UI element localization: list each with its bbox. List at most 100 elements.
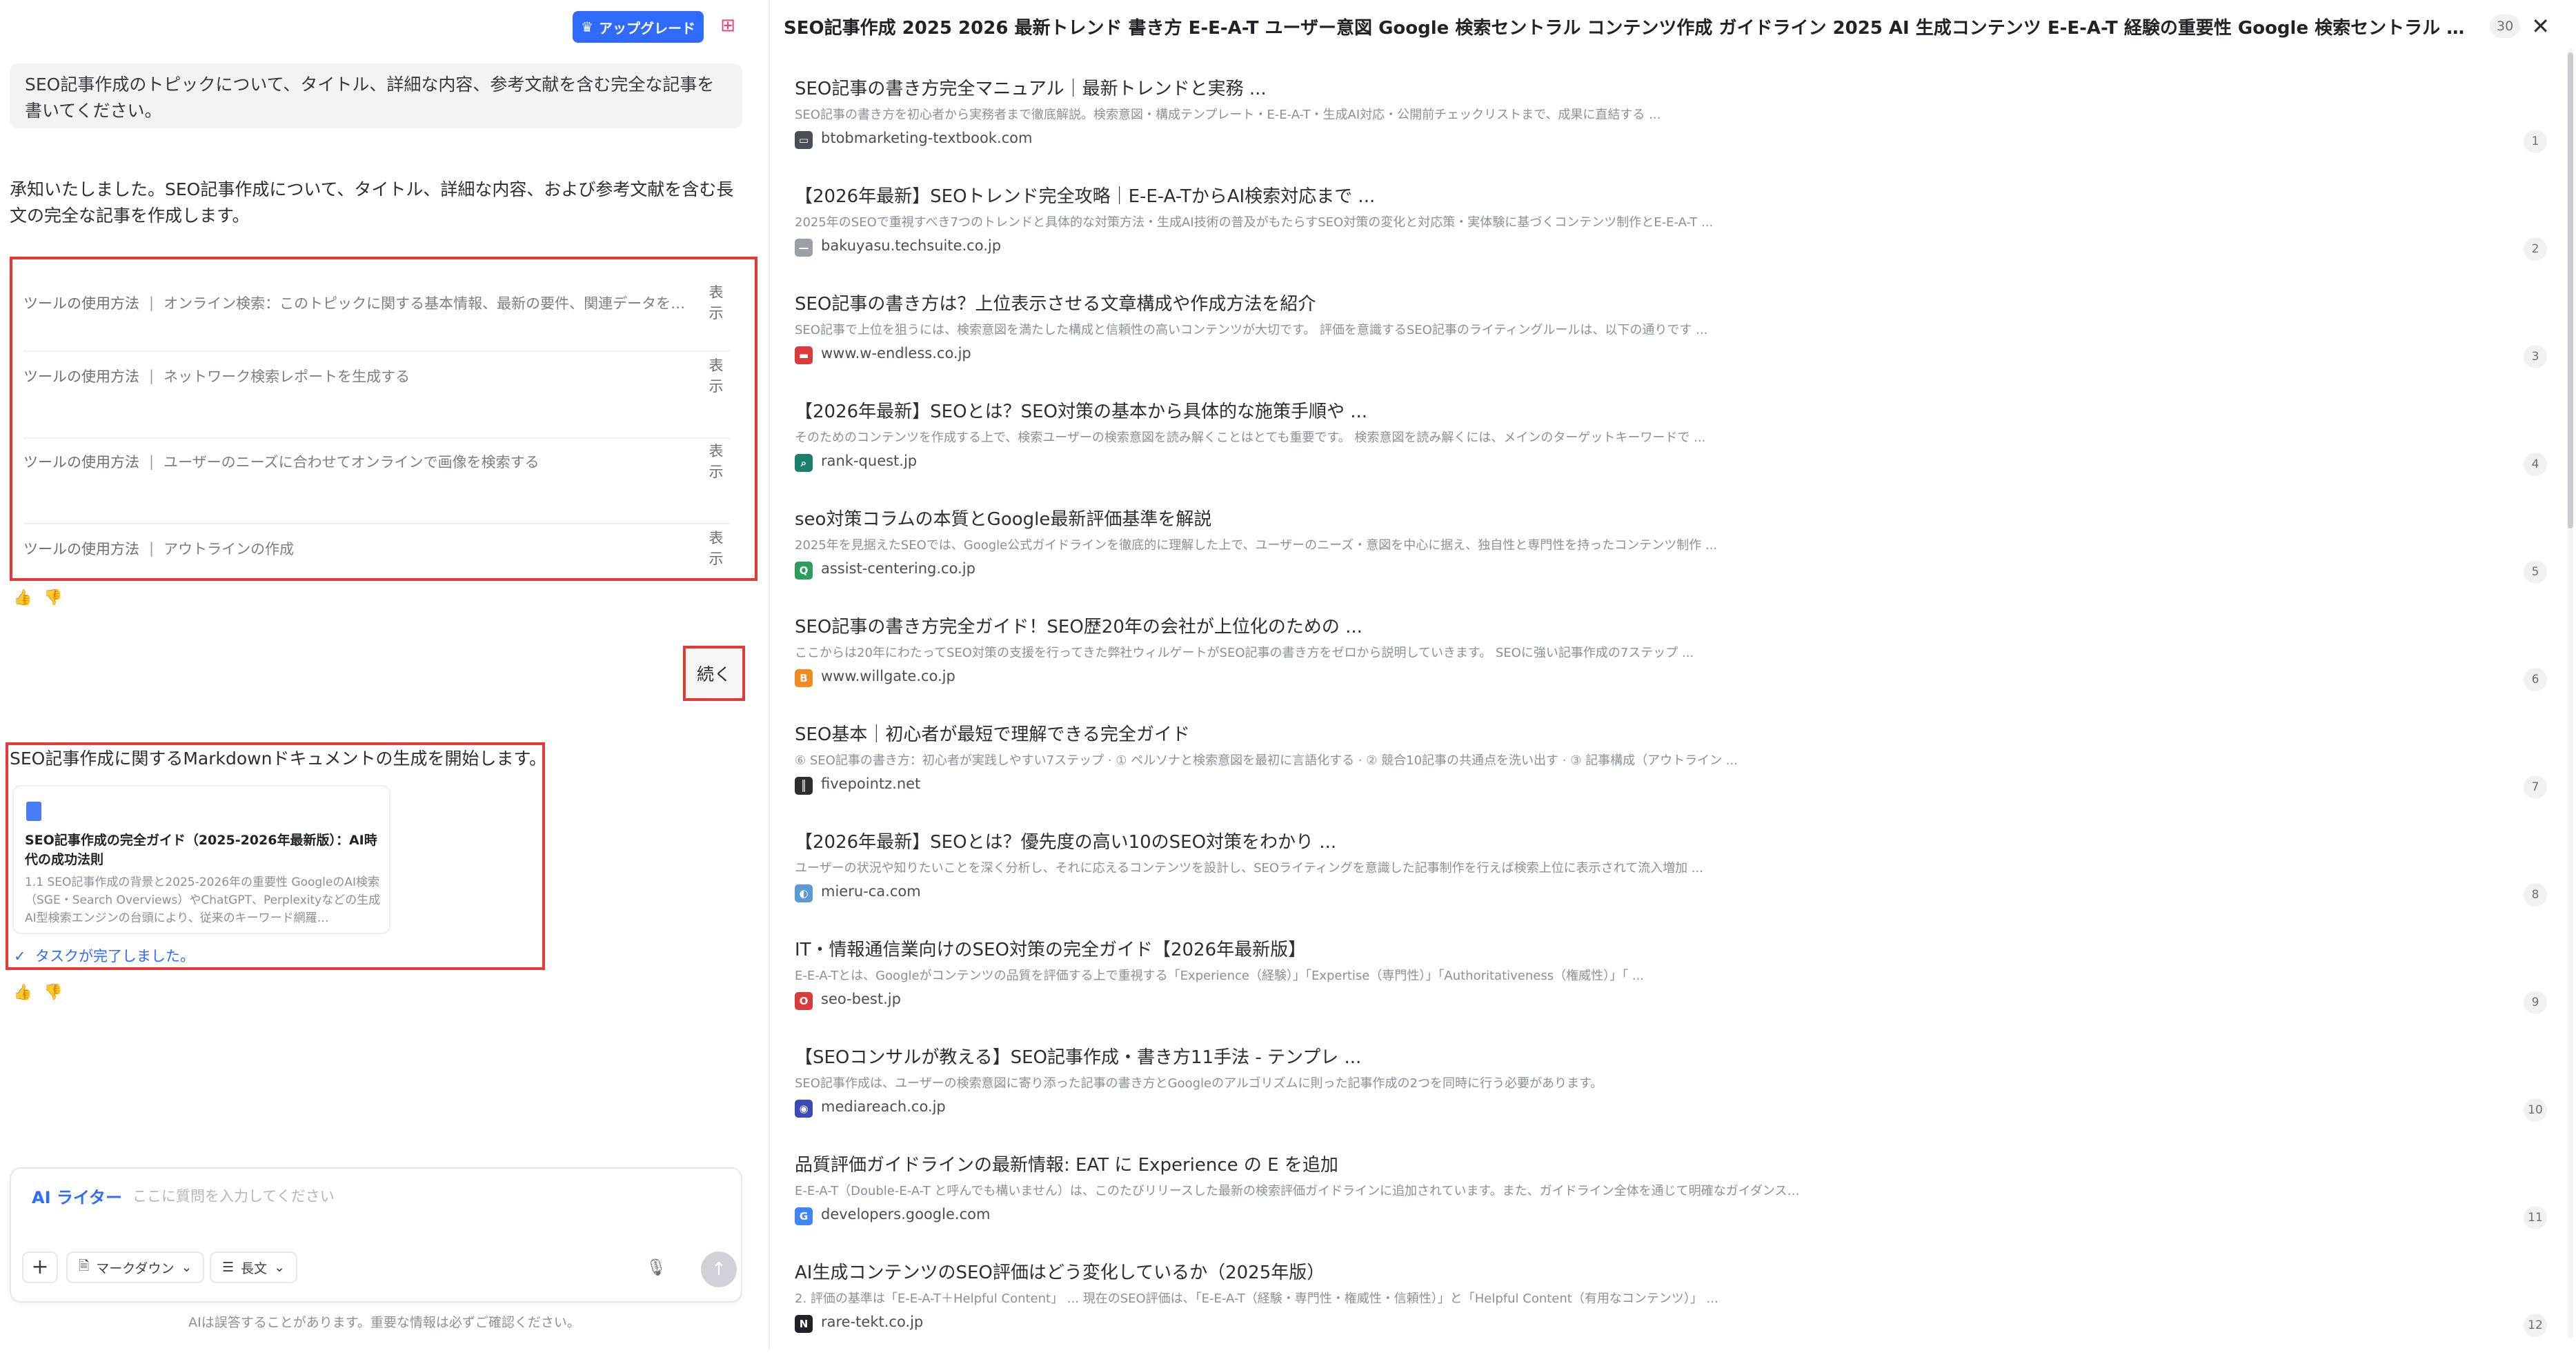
- source-snippet: ユーザーの状況や知りたいことを深く分析し、それに応えるコンテンツを設計し、SEO…: [795, 861, 1703, 875]
- source-domain[interactable]: mediareach.co.jp: [821, 1098, 946, 1115]
- source-domain[interactable]: assist-centering.co.jp: [821, 560, 975, 577]
- source-domain[interactable]: developers.google.com: [821, 1206, 990, 1223]
- source-title[interactable]: 【2026年最新】SEOトレンド完全攻略｜E-E-A-TからAI検索対応まで .…: [795, 182, 1375, 208]
- source-domain[interactable]: mieru-ca.com: [821, 883, 921, 900]
- source-item[interactable]: 【2026年最新】SEOとは？優先度の高い10のSEO対策をわかり ... ユーザ…: [795, 828, 2547, 936]
- source-item[interactable]: SEO基本｜初心者が最短で理解できる完全ガイド ⑥ SEO記事の書き方：初心者が実…: [795, 720, 2547, 828]
- source-number-badge: 4: [2524, 453, 2547, 476]
- source-snippet: E-E-A-T（Double-E-A-T と呼んでも構いません）は、このたびリリ…: [795, 1184, 1802, 1198]
- dash-icon: —: [795, 239, 813, 257]
- n-logo-icon: N: [795, 1315, 813, 1333]
- show-button[interactable]: 表示: [702, 441, 730, 482]
- source-item[interactable]: 【2026年最新】SEOトレンド完全攻略｜E-E-A-TからAI検索対応まで .…: [795, 182, 2547, 290]
- tool-step: ツールの使用方法 | ユーザーのニーズに合わせてオンラインで画像を検索する 表示: [23, 437, 730, 486]
- upgrade-label: アップグレード: [598, 19, 695, 37]
- source-title[interactable]: SEO記事の書き方は？上位表示させる文章構成や作成方法を紹介: [795, 290, 1316, 315]
- source-number-badge: 1: [2524, 130, 2547, 153]
- thumbs-down-icon[interactable]: 👎: [43, 588, 63, 608]
- source-item[interactable]: 品質評価ガイドラインの最新情報: EAT に Experience の E を追…: [795, 1151, 2547, 1258]
- close-icon[interactable]: ✕: [2531, 13, 2550, 39]
- assistant-reply: 承知いたしました。SEO記事作成について、タイトル、詳細な内容、および参考文献を…: [10, 179, 734, 226]
- length-select[interactable]: ☰ 長文 ⌄: [210, 1251, 297, 1283]
- sources-count-badge: 30: [2490, 14, 2521, 38]
- globe-icon: ◐: [795, 884, 813, 902]
- length-select-label: 長文: [241, 1260, 268, 1276]
- user-message: SEO記事作成のトピックについて、タイトル、詳細な内容、参考文献を含む完全な記事…: [10, 63, 742, 128]
- source-item[interactable]: seo対策コラムの本質とGoogle最新評価基準を解説 2025年を見据えたSEO…: [795, 505, 2547, 613]
- source-number-badge: 3: [2524, 345, 2547, 368]
- mode-label: AI ライター: [32, 1188, 122, 1207]
- source-item[interactable]: SEO記事の書き方完全マニュアル｜最新トレンドと実務 ... SEO記事の書き方を…: [795, 75, 2547, 182]
- chat-panel: ♛ アップグレード ⊞ SEO記事作成のトピックについて、タイトル、詳細な内容、…: [0, 0, 769, 1349]
- source-number-badge: 9: [2524, 991, 2547, 1014]
- tool-step-detail: ネットワーク検索レポートを生成する: [164, 368, 410, 385]
- source-item[interactable]: AI生成コンテンツのSEO評価はどう変化しているか（2025年版） 2. 評価の基…: [795, 1258, 2547, 1366]
- gift-icon[interactable]: ⊞: [717, 15, 738, 36]
- source-title[interactable]: IT・情報通信業向けのSEO対策の完全ガイド【2026年最新版】: [795, 936, 1306, 961]
- bars-icon: ║: [795, 777, 813, 795]
- source-title[interactable]: SEO記事の書き方完全ガイド！SEO歴20年の会社が上位化のための ...: [795, 613, 1363, 638]
- source-title[interactable]: 【2026年最新】SEOとは？SEO対策の基本から具体的な施策手順や ...: [795, 397, 1367, 423]
- source-number-badge: 12: [2524, 1314, 2547, 1337]
- source-domain[interactable]: bakuyasu.techsuite.co.jp: [821, 237, 1001, 254]
- upgrade-button[interactable]: ♛ アップグレード: [573, 11, 704, 43]
- source-number-badge: 11: [2524, 1206, 2547, 1229]
- document-title: SEO記事作成の完全ガイド（2025-2026年最新版）：AI時代の成功法則: [25, 833, 377, 867]
- task-status: ✓ タスクが完了しました。: [14, 945, 195, 966]
- source-title[interactable]: seo対策コラムの本質とGoogle最新評価基準を解説: [795, 505, 1211, 531]
- source-snippet: そのためのコンテンツを作成する上で、検索ユーザーの検索意図を読み解くことはとても…: [795, 430, 1706, 445]
- show-button[interactable]: 表示: [702, 355, 730, 397]
- tool-step: ツールの使用方法 | オンライン検索：このトピックに関する基本情報、最新の要件、…: [23, 279, 730, 327]
- source-domain[interactable]: www.w-endless.co.jp: [821, 345, 971, 362]
- source-item[interactable]: 【2026年最新】SEOとは？SEO対策の基本から具体的な施策手順や ... その…: [795, 397, 2547, 505]
- message-input[interactable]: ここに質問を入力してください: [132, 1185, 335, 1206]
- thumbs-up-icon[interactable]: 👍: [12, 982, 33, 1003]
- tool-step-label: ツールの使用方法: [23, 541, 139, 557]
- document-card[interactable]: SEO記事作成の完全ガイド（2025-2026年最新版）：AI時代の成功法則 1…: [12, 785, 390, 934]
- tool-step-label: ツールの使用方法: [23, 368, 139, 385]
- tool-step-detail: オンライン検索：このトピックに関する基本情報、最新の要件、関連データを…: [164, 295, 686, 312]
- microphone-icon[interactable]: 🎙: [646, 1257, 666, 1278]
- chevron-down-icon: ⌄: [181, 1260, 192, 1275]
- source-title[interactable]: SEO記事の書き方完全マニュアル｜最新トレンドと実務 ...: [795, 75, 1267, 100]
- source-item[interactable]: SEO記事の書き方完全ガイド！SEO歴20年の会社が上位化のための ... ここか…: [795, 613, 2547, 720]
- thumbs-down-icon[interactable]: 👎: [43, 982, 63, 1003]
- source-item[interactable]: SEO記事の書き方は？上位表示させる文章構成や作成方法を紹介 SEO記事で上位を狙…: [795, 290, 2547, 397]
- format-select-label: マークダウン: [96, 1260, 175, 1276]
- chevron-down-icon: ⌄: [274, 1260, 285, 1275]
- source-item[interactable]: 【SEOコンサルが教える】SEO記事作成・書き方11手法 - テンプレ ... S…: [795, 1043, 2547, 1151]
- source-domain[interactable]: seo-best.jp: [821, 991, 901, 1007]
- source-domain[interactable]: btobmarketing-textbook.com: [821, 130, 1032, 146]
- thumbs-up-icon[interactable]: 👍: [12, 588, 33, 608]
- source-title[interactable]: 【SEOコンサルが教える】SEO記事作成・書き方11手法 - テンプレ ...: [795, 1043, 1361, 1069]
- source-domain[interactable]: rare-tekt.co.jp: [821, 1314, 923, 1330]
- show-button[interactable]: 表示: [702, 282, 730, 324]
- source-title[interactable]: AI生成コンテンツのSEO評価はどう変化しているか（2025年版）: [795, 1258, 1325, 1284]
- source-number-badge: 5: [2524, 560, 2547, 584]
- search-icon: ⌕: [795, 454, 813, 472]
- source-title[interactable]: 【2026年最新】SEOとは？優先度の高い10のSEO対策をわかり ...: [795, 828, 1336, 853]
- sources-title: SEO記事作成 2025 2026 最新トレンド 書き方 E-E-A-T ユーザ…: [784, 17, 2476, 39]
- source-domain[interactable]: rank-quest.jp: [821, 453, 917, 469]
- google-icon: G: [795, 1207, 813, 1225]
- source-title[interactable]: 品質評価ガイドラインの最新情報: EAT に Experience の E を追…: [795, 1151, 1338, 1176]
- tool-step-detail: ユーザーのニーズに合わせてオンラインで画像を検索する: [164, 454, 539, 471]
- continue-button[interactable]: 続く: [683, 646, 745, 701]
- source-domain[interactable]: www.willgate.co.jp: [821, 668, 955, 684]
- show-button[interactable]: 表示: [702, 528, 730, 569]
- document-preview: 1.1 SEO記事作成の背景と2025-2026年の重要性 GoogleのAI検…: [25, 875, 381, 925]
- source-snippet: 2025年を見据えたSEOでは、Google公式ガイドラインを徹底的に理解した上…: [795, 538, 1718, 553]
- source-number-badge: 8: [2524, 883, 2547, 907]
- source-snippet: SEO記事で上位を狙うには、検索意図を満たした構成と信頼性の高いコンテンツが大切…: [795, 323, 1708, 337]
- tool-step-label: ツールの使用方法: [23, 454, 139, 471]
- scrollbar-thumb[interactable]: [2568, 52, 2573, 528]
- source-item[interactable]: IT・情報通信業向けのSEO対策の完全ガイド【2026年最新版】 E-E-A-Tと…: [795, 936, 2547, 1043]
- source-domain[interactable]: fivepointz.net: [821, 775, 920, 792]
- add-attachment-button[interactable]: +: [22, 1251, 58, 1283]
- tool-step-label: ツールの使用方法: [23, 295, 139, 312]
- format-select[interactable]: 🗎 マークダウン ⌄: [66, 1251, 205, 1283]
- document-icon: [26, 802, 41, 821]
- source-title[interactable]: SEO基本｜初心者が最短で理解できる完全ガイド: [795, 720, 1190, 746]
- book-icon: ▭: [795, 131, 813, 149]
- send-button[interactable]: ↑: [701, 1251, 737, 1287]
